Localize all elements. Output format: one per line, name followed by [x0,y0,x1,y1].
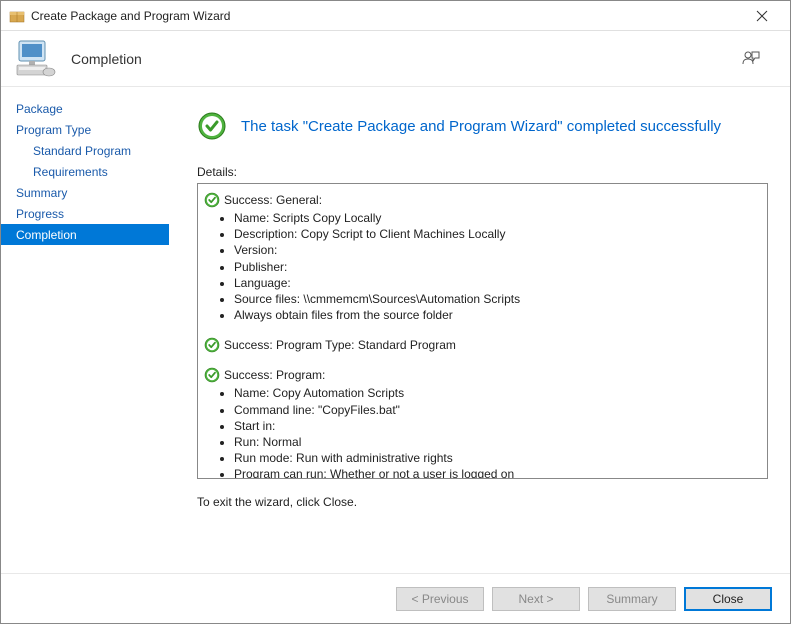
detail-line: Publisher: [234,259,761,275]
detail-line: Description: Copy Script to Client Machi… [234,226,761,242]
detail-line: Run: Normal [234,434,761,450]
nav-item-program-type[interactable]: Program Type [1,119,169,140]
detail-line: Command line: "CopyFiles.bat" [234,402,761,418]
wizard-footer: < Previous Next > Summary Close [1,573,790,623]
details-section: Success: Program: Name: Copy Automation S… [204,367,761,478]
nav-item-completion[interactable]: Completion [1,224,169,245]
close-icon[interactable] [742,2,782,30]
success-icon [197,111,227,141]
completion-message: The task "Create Package and Program Wiz… [241,118,721,135]
nav-item-package[interactable]: Package [1,98,169,119]
nav-item-progress[interactable]: Progress [1,203,169,224]
detail-line: Start in: [234,418,761,434]
details-box: Success: General: Name: Scripts Copy Loca… [197,183,768,479]
success-icon [204,367,220,383]
completion-banner: The task "Create Package and Program Wiz… [197,111,768,141]
summary-button: Summary [588,587,676,611]
page-title: Completion [71,51,736,67]
detail-line: Always obtain files from the source fold… [234,307,761,323]
exit-hint: To exit the wizard, click Close. [197,495,768,509]
nav-item-summary[interactable]: Summary [1,182,169,203]
section-title: Success: Program: [224,368,325,382]
success-icon [204,192,220,208]
main-panel: The task "Create Package and Program Wiz… [169,87,790,573]
detail-line: Run mode: Run with administrative rights [234,450,761,466]
detail-line: Name: Scripts Copy Locally [234,210,761,226]
detail-line: Program can run: Whether or not a user i… [234,466,761,478]
close-button[interactable]: Close [684,587,772,611]
detail-line: Language: [234,275,761,291]
section-list: Name: Copy Automation ScriptsCommand lin… [204,385,761,478]
titlebar: Create Package and Program Wizard [1,1,790,31]
window-title: Create Package and Program Wizard [31,9,742,23]
detail-line: Source files: \\cmmemcm\Sources\Automati… [234,291,761,307]
content-area: PackageProgram TypeStandard ProgramRequi… [1,87,790,573]
wizard-header: Completion [1,31,790,86]
detail-line: Name: Copy Automation Scripts [234,385,761,401]
nav-item-standard-program[interactable]: Standard Program [1,140,169,161]
computer-icon [15,38,57,80]
detail-line: Version: [234,242,761,258]
section-title: Success: Program Type: Standard Program [224,338,456,352]
success-icon [204,337,220,353]
previous-button: < Previous [396,587,484,611]
section-header: Success: Program: [204,367,761,383]
details-section: Success: Program Type: Standard Program [204,337,761,353]
feedback-icon[interactable] [736,44,766,74]
section-title: Success: General: [224,193,322,207]
details-section: Success: General: Name: Scripts Copy Loca… [204,192,761,323]
details-label: Details: [197,165,768,179]
package-icon [9,8,25,24]
details-scroll[interactable]: Success: General: Name: Scripts Copy Loca… [198,184,767,478]
section-header: Success: General: [204,192,761,208]
section-header: Success: Program Type: Standard Program [204,337,761,353]
section-list: Name: Scripts Copy LocallyDescription: C… [204,210,761,323]
next-button: Next > [492,587,580,611]
wizard-nav: PackageProgram TypeStandard ProgramRequi… [1,87,169,573]
nav-item-requirements[interactable]: Requirements [1,161,169,182]
